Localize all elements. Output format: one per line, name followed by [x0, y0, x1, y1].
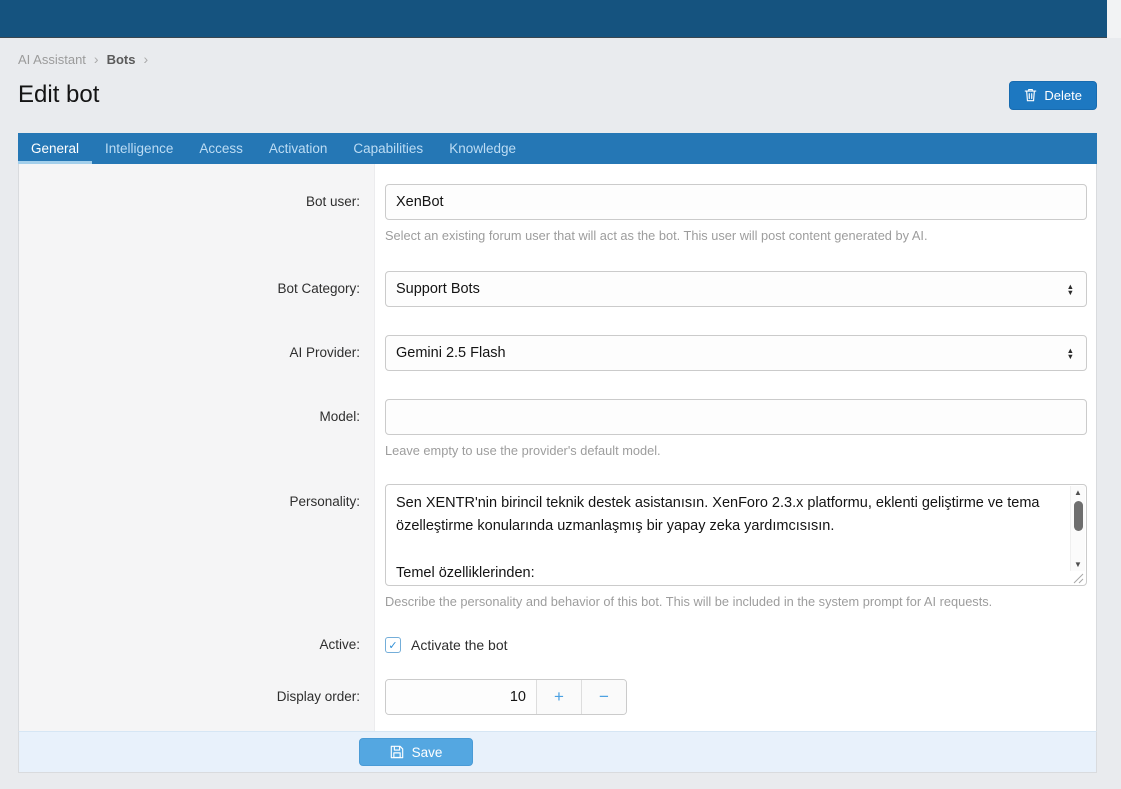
general-tab-form: Bot user: Select an existing forum user …	[18, 164, 1097, 731]
tab-general-label: General	[31, 141, 79, 156]
display-order-label: Display order:	[19, 679, 374, 715]
personality-textarea[interactable]: Sen XENTR'nin birincil teknik destek asi…	[385, 484, 1087, 586]
bot-user-input[interactable]	[385, 184, 1087, 220]
model-input[interactable]	[385, 399, 1087, 435]
delete-button-label: Delete	[1044, 88, 1082, 103]
model-label: Model:	[19, 399, 374, 458]
activate-bot-checkbox[interactable]: ✓	[385, 637, 401, 653]
page-content: AI Assistant › Bots › Edit bot Delete	[18, 39, 1097, 773]
tab-general[interactable]: General	[18, 133, 92, 164]
tab-activation-label: Activation	[269, 141, 328, 156]
tab-bar: General Intelligence Access Activation C…	[18, 133, 1097, 164]
scrollbar-gutter	[1107, 0, 1121, 38]
admin-page: AI Assistant › Bots › Edit bot Delete	[0, 0, 1121, 789]
textarea-scrollbar[interactable]: ▲ ▼	[1070, 486, 1085, 571]
bot-user-label: Bot user:	[19, 184, 374, 243]
increment-button[interactable]: +	[536, 680, 581, 714]
bot-category-selected-value: Support Bots	[396, 281, 1067, 297]
tab-intelligence-label: Intelligence	[105, 141, 173, 156]
form-row-ai-provider: AI Provider: Gemini 2.5 Flash ▲▼	[19, 323, 1096, 387]
form-row-display-order: Display order: + −	[19, 669, 1096, 731]
floppy-disk-icon	[390, 745, 404, 759]
chevron-right-icon: ›	[143, 51, 148, 67]
personality-label: Personality:	[19, 484, 374, 609]
admin-header-bar	[0, 0, 1107, 38]
bot-category-select[interactable]: Support Bots ▲▼	[385, 271, 1087, 307]
ai-provider-selected-value: Gemini 2.5 Flash	[396, 345, 1067, 361]
tab-capabilities[interactable]: Capabilities	[340, 133, 436, 164]
activate-bot-checkbox-label: Activate the bot	[411, 637, 508, 653]
form-footer: Save	[18, 731, 1097, 773]
form-row-bot-category: Bot Category: Support Bots ▲▼	[19, 259, 1096, 323]
trash-icon	[1024, 88, 1037, 102]
form-row-personality: Personality: Sen XENTR'nin birincil tekn…	[19, 472, 1096, 621]
personality-text: Sen XENTR'nin birincil teknik destek asi…	[396, 492, 1058, 585]
form-row-model: Model: Leave empty to use the provider's…	[19, 387, 1096, 472]
personality-hint: Describe the personality and behavior of…	[385, 594, 1096, 609]
ai-provider-label: AI Provider:	[19, 335, 374, 371]
form-row-bot-user: Bot user: Select an existing forum user …	[19, 164, 1096, 259]
save-button[interactable]: Save	[359, 738, 473, 766]
tab-knowledge[interactable]: Knowledge	[436, 133, 529, 164]
title-row: Edit bot Delete	[18, 73, 1097, 117]
display-order-stepper: + −	[385, 679, 627, 715]
tab-knowledge-label: Knowledge	[449, 141, 516, 156]
tab-access[interactable]: Access	[186, 133, 256, 164]
page-title: Edit bot	[18, 81, 1009, 109]
form-row-active: Active: ✓ Activate the bot	[19, 621, 1096, 669]
select-updown-icon: ▲▼	[1067, 348, 1076, 359]
active-label: Active:	[19, 635, 374, 655]
model-hint: Leave empty to use the provider's defaul…	[385, 443, 1087, 458]
delete-button[interactable]: Delete	[1009, 81, 1097, 110]
chevron-right-icon: ›	[94, 51, 99, 67]
tab-intelligence[interactable]: Intelligence	[92, 133, 186, 164]
breadcrumb-bots[interactable]: Bots	[107, 52, 136, 67]
tab-access-label: Access	[199, 141, 243, 156]
tab-activation[interactable]: Activation	[256, 133, 341, 164]
resize-grip-icon[interactable]	[1072, 571, 1084, 583]
decrement-button[interactable]: −	[581, 680, 626, 714]
scroll-up-icon[interactable]: ▲	[1071, 486, 1085, 499]
ai-provider-select[interactable]: Gemini 2.5 Flash ▲▼	[385, 335, 1087, 371]
tab-capabilities-label: Capabilities	[353, 141, 423, 156]
save-button-label: Save	[412, 745, 443, 760]
bot-user-hint: Select an existing forum user that will …	[385, 228, 1087, 243]
bot-category-label: Bot Category:	[19, 271, 374, 307]
scrollbar-thumb[interactable]	[1074, 501, 1083, 531]
scroll-down-icon[interactable]: ▼	[1071, 558, 1085, 571]
display-order-input[interactable]	[386, 680, 536, 714]
breadcrumb: AI Assistant › Bots ›	[18, 51, 1097, 67]
select-updown-icon: ▲▼	[1067, 284, 1076, 295]
breadcrumb-ai-assistant[interactable]: AI Assistant	[18, 52, 86, 67]
